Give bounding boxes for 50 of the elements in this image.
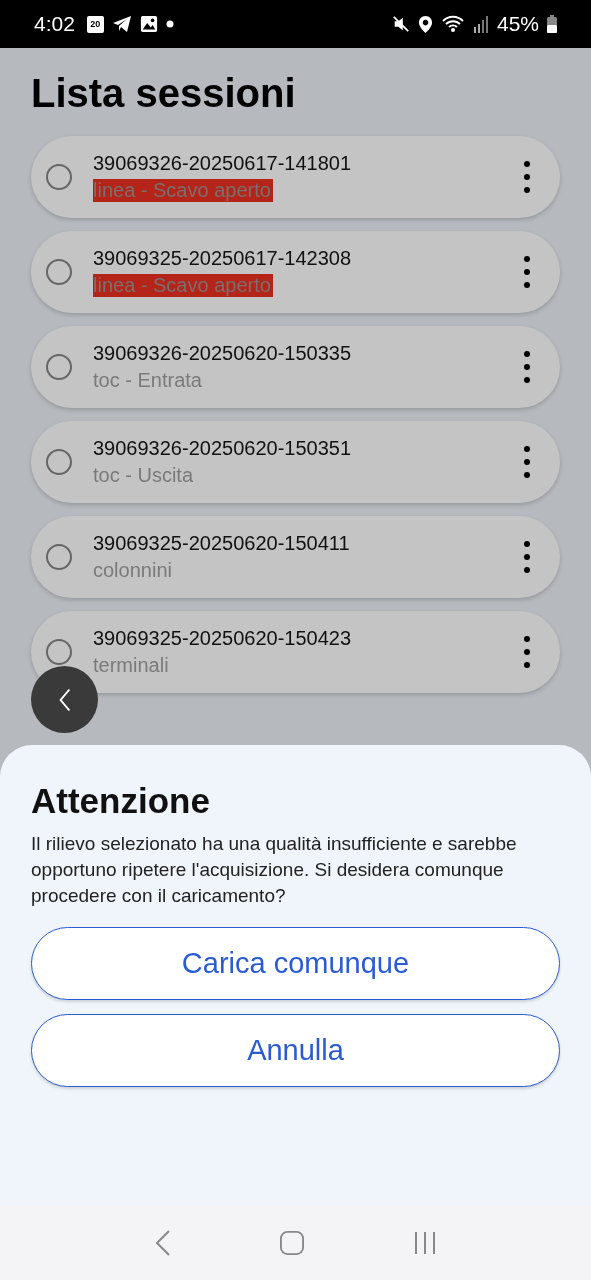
session-id: 39069326-20250617-141801	[93, 152, 352, 175]
signal-icon	[472, 15, 489, 33]
calendar-icon: 20	[86, 15, 104, 33]
radio-button[interactable]	[46, 164, 72, 190]
session-card[interactable]: 39069326-20250620-150335 toc - Entrata	[31, 326, 560, 408]
session-card[interactable]: 39069325-20250620-150411 colonnini	[31, 516, 560, 598]
session-card[interactable]: 39069325-20250620-150423 terminali	[31, 611, 560, 693]
more-icon[interactable]	[524, 541, 530, 573]
dialog-button[interactable]: Carica comunque	[31, 927, 560, 1000]
dialog-message: Il rilievo selezionato ha una qualità insufficiente e sarebbe opportuno ripetere l'acquisizione. Si desidera comunque procedere con il caricamento?	[31, 832, 518, 908]
radio-button[interactable]	[46, 354, 72, 380]
recent-apps-icon[interactable]	[412, 1230, 437, 1255]
session-type: terminali	[93, 654, 170, 677]
dialog-button[interactable]: Annulla	[31, 1014, 560, 1087]
session-card[interactable]: 39069326-20250617-141801 linea - Scavo aperto	[31, 136, 560, 218]
clock: 4:02	[34, 12, 75, 36]
mute-icon	[391, 15, 410, 33]
session-id: 39069326-20250620-150351	[93, 437, 352, 460]
session-id: 39069325-20250617-142308	[93, 247, 352, 270]
image-icon	[139, 15, 158, 33]
radio-button[interactable]	[46, 639, 72, 665]
back-icon	[57, 686, 72, 713]
paper-plane-icon	[111, 14, 132, 34]
more-icon[interactable]	[524, 446, 530, 478]
session-type: toc - Uscita	[93, 464, 195, 487]
session-card[interactable]: 39069325-20250617-142308 linea - Scavo aperto	[31, 231, 560, 313]
session-id: 39069326-20250620-150335	[93, 342, 352, 365]
session-type: toc - Entrata	[93, 369, 203, 392]
battery-level: 45%	[496, 12, 539, 36]
session-type: linea - Scavo aperto	[93, 179, 273, 202]
dialog-title: Attenzione	[31, 781, 211, 821]
radio-button[interactable]	[46, 259, 72, 285]
session-type: linea - Scavo aperto	[93, 274, 273, 297]
wifi-icon	[440, 14, 465, 34]
more-icon[interactable]	[524, 636, 530, 668]
page-title: Lista sessioni	[31, 70, 297, 116]
radio-button[interactable]	[46, 544, 72, 570]
session-id: 39069325-20250620-150423	[93, 627, 352, 650]
home-icon[interactable]	[279, 1230, 304, 1255]
more-icon[interactable]	[524, 256, 530, 288]
location-icon	[417, 14, 433, 34]
session-id: 39069325-20250620-150411	[93, 532, 350, 555]
radio-button[interactable]	[46, 449, 72, 475]
dot-icon	[165, 20, 174, 28]
more-icon[interactable]	[524, 351, 530, 383]
more-icon[interactable]	[524, 161, 530, 193]
session-card[interactable]: 39069326-20250620-150351 toc - Uscita	[31, 421, 560, 503]
session-type: colonnini	[93, 559, 173, 582]
back-icon[interactable]	[154, 1229, 171, 1256]
battery-icon	[547, 15, 557, 33]
